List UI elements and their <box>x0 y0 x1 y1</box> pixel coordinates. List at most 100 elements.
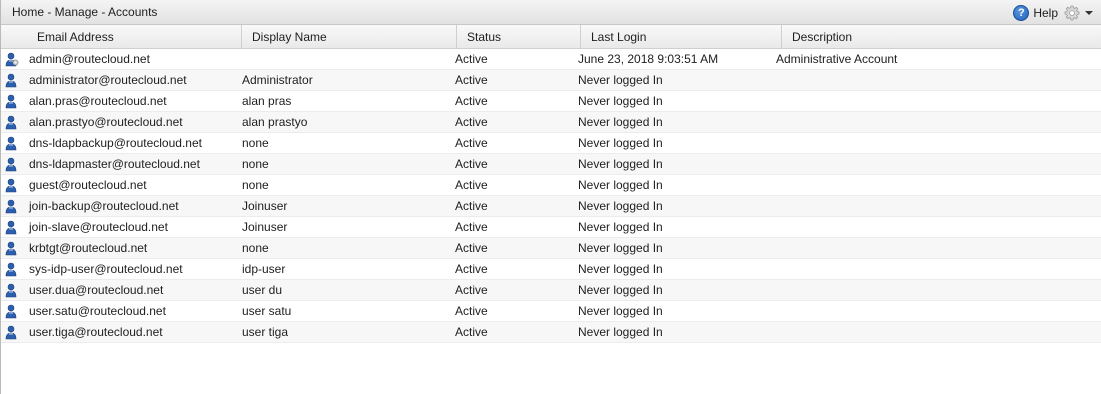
cell-status: Active <box>455 262 488 276</box>
cell-display-name: Joinuser <box>242 220 288 234</box>
chevron-down-icon <box>1085 10 1093 15</box>
cell-last-login: Never logged In <box>578 325 663 339</box>
table-row[interactable]: dns-ldapmaster@routecloud.net none Active N… <box>1 154 1101 175</box>
cell-status: Active <box>455 52 488 66</box>
cell-display-name: user tiga <box>242 325 289 339</box>
cell-email: dns-ldapbackup@routecloud.net <box>29 136 202 150</box>
cell-status: Active <box>455 220 488 234</box>
user-icon <box>5 136 17 151</box>
cell-status: Active <box>455 283 488 297</box>
user-icon <box>5 304 17 319</box>
cell-email: sys-idp-user@routecloud.net <box>29 262 183 276</box>
user-icon <box>5 283 17 298</box>
cell-last-login: June 23, 2018 9:03:51 AM <box>578 52 719 66</box>
table-row[interactable]: krbtgt@routecloud.net none Active Never log… <box>1 238 1101 259</box>
table-row[interactable]: join-slave@routecloud.net Joinuser Active N… <box>1 217 1101 238</box>
help-label: Help <box>1033 5 1058 20</box>
cell-status: Active <box>455 157 488 171</box>
cell-display-name: Joinuser <box>242 199 288 213</box>
cell-status: Active <box>455 94 488 108</box>
cell-last-login: Never logged In <box>578 178 663 192</box>
table-row[interactable]: user.dua@routecloud.net user du Active Neve… <box>1 280 1101 301</box>
user-icon <box>5 94 17 109</box>
table-row[interactable]: user.satu@routecloud.net user satu Active N… <box>1 301 1101 322</box>
user-icon <box>5 199 17 214</box>
cell-last-login: Never logged In <box>578 157 663 171</box>
column-header-display-name[interactable]: Display Name <box>242 25 457 48</box>
user-icon <box>5 157 17 172</box>
cell-email: join-slave@routecloud.net <box>29 220 168 234</box>
table-row[interactable]: user.tiga@routecloud.net user tiga Active N… <box>1 322 1101 343</box>
user-icon <box>5 262 17 277</box>
help-button[interactable]: ? Help <box>1013 4 1058 21</box>
cell-display-name: user satu <box>242 304 292 318</box>
cell-status: Active <box>455 115 488 129</box>
user-icon <box>5 220 17 235</box>
cell-email: guest@routecloud.net <box>29 178 147 192</box>
column-header-email[interactable]: Email Address <box>1 25 242 48</box>
gear-icon <box>1064 5 1080 20</box>
cell-display-name: user du <box>242 283 283 297</box>
cell-display-name: none <box>242 136 269 150</box>
cell-status: Active <box>455 304 488 318</box>
cell-status: Active <box>455 73 488 87</box>
title-bar: Home - Manage - Accounts ? Help <box>1 0 1101 25</box>
cell-email: alan.prastyo@routecloud.net <box>29 115 183 129</box>
column-header-description[interactable]: Description <box>782 25 1101 48</box>
cell-last-login: Never logged In <box>578 241 663 255</box>
table-row[interactable]: alan.pras@routecloud.net alan pras Active N… <box>1 91 1101 112</box>
cell-display-name: none <box>242 157 269 171</box>
cell-last-login: Never logged In <box>578 283 663 297</box>
cell-email: user.dua@routecloud.net <box>29 283 164 297</box>
cell-email: dns-ldapmaster@routecloud.net <box>29 157 200 171</box>
cell-email: admin@routecloud.net <box>29 52 150 66</box>
cell-status: Active <box>455 178 488 192</box>
table-row[interactable]: guest@routecloud.net none Active Never logg… <box>1 175 1101 196</box>
table-row[interactable]: join-backup@routecloud.net Joinuser Active… <box>1 196 1101 217</box>
cell-display-name: none <box>242 178 269 192</box>
settings-menu-button[interactable] <box>1064 5 1093 21</box>
column-header-last-login[interactable]: Last Login <box>581 25 782 48</box>
cell-status: Active <box>455 241 488 255</box>
cell-email: user.satu@routecloud.net <box>29 304 166 318</box>
table-row[interactable]: administrator@routecloud.net Administrato… <box>1 70 1101 91</box>
cell-status: Active <box>455 199 488 213</box>
cell-display-name: Administrator <box>242 73 313 87</box>
cell-last-login: Never logged In <box>578 73 663 87</box>
cell-last-login: Never logged In <box>578 262 663 276</box>
cell-last-login: Never logged In <box>578 136 663 150</box>
admin-user-icon <box>5 52 19 67</box>
accounts-window: Home - Manage - Accounts ? Help Email Ad… <box>0 0 1101 394</box>
cell-last-login: Never logged In <box>578 220 663 234</box>
cell-last-login: Never logged In <box>578 304 663 318</box>
cell-email: alan.pras@routecloud.net <box>29 94 167 108</box>
cell-email: join-backup@routecloud.net <box>29 199 179 213</box>
cell-display-name: alan prastyo <box>242 115 308 129</box>
cell-display-name: idp-user <box>242 262 286 276</box>
user-icon <box>5 115 17 130</box>
cell-last-login: Never logged In <box>578 199 663 213</box>
accounts-table-body: admin@routecloud.net Active June 23, 2018 … <box>1 49 1101 343</box>
table-row[interactable]: sys-idp-user@routecloud.net idp-user Activ… <box>1 259 1101 280</box>
table-row[interactable]: dns-ldapbackup@routecloud.net none Active N… <box>1 133 1101 154</box>
help-icon: ? <box>1013 4 1030 21</box>
cell-email: krbtgt@routecloud.net <box>29 241 148 255</box>
cell-status: Active <box>455 136 488 150</box>
column-header-row: Email Address Display Name Status Last L… <box>1 25 1101 49</box>
cell-email: user.tiga@routecloud.net <box>29 325 163 339</box>
cell-display-name: alan pras <box>242 94 292 108</box>
column-header-status[interactable]: Status <box>457 25 581 48</box>
table-row[interactable]: admin@routecloud.net Active June 23, 2018 … <box>1 49 1101 70</box>
cell-display-name: none <box>242 241 269 255</box>
cell-last-login: Never logged In <box>578 115 663 129</box>
user-icon <box>5 73 17 88</box>
table-row[interactable]: alan.prastyo@routecloud.net alan prastyo A… <box>1 112 1101 133</box>
titlebar-actions: ? Help <box>1013 0 1093 25</box>
user-icon <box>5 178 17 193</box>
breadcrumb: Home - Manage - Accounts <box>12 5 158 19</box>
cell-status: Active <box>455 325 488 339</box>
user-icon <box>5 325 17 340</box>
cell-last-login: Never logged In <box>578 94 663 108</box>
user-icon <box>5 241 17 256</box>
cell-description: Administrative Account <box>776 52 898 66</box>
